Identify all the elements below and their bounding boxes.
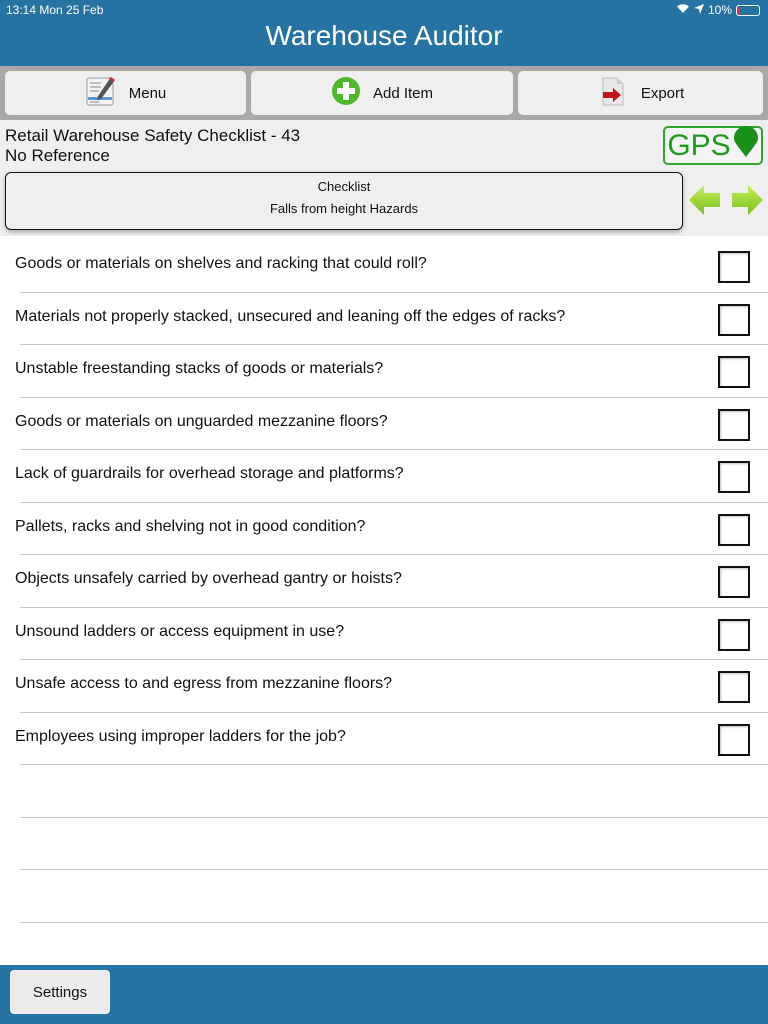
empty-row [0, 818, 768, 870]
question-checkbox[interactable] [718, 356, 750, 388]
question-checkbox[interactable] [718, 303, 750, 336]
question-text: Unsound ladders or access equipment in u… [15, 622, 345, 640]
question-row: Pallets, racks and shelving not in good … [0, 503, 768, 555]
question-row: Goods or materials on unguarded mezzanin… [0, 398, 768, 450]
battery-percent: 10% [707, 3, 732, 17]
menu-label: Menu [128, 84, 167, 102]
add-item-label: Add Item [372, 84, 434, 102]
question-text: Pallets, racks and shelving not in good … [15, 517, 366, 535]
checklist-title: Retail Warehouse Safety Checklist - 43 [5, 126, 301, 145]
section-heading: Checklist [317, 179, 371, 194]
question-text: Unstable freestanding stacks of goods or… [15, 360, 384, 377]
gps-button[interactable]: GPS [663, 125, 763, 166]
question-list: Goods or materials on shelves and rackin… [0, 240, 768, 923]
empty-row [0, 765, 768, 818]
section-name: Falls from height Hazards [269, 201, 419, 216]
question-row: Goods or materials on shelves and rackin… [0, 240, 768, 293]
question-row: Unstable freestanding stacks of goods or… [0, 345, 768, 398]
map-pin-icon [733, 125, 759, 166]
question-checkbox[interactable] [718, 566, 750, 598]
export-button[interactable]: Export [518, 71, 763, 115]
gps-label: GPS [667, 128, 731, 162]
question-text: Unsafe access to and egress from mezzani… [15, 675, 393, 692]
section-selector[interactable]: Checklist Falls from height Hazards [5, 172, 683, 230]
battery-icon [736, 4, 760, 16]
question-checkbox[interactable] [718, 461, 750, 493]
question-text: Employees using improper ladders for the… [15, 727, 346, 745]
status-indicators: 10% [676, 3, 760, 17]
menu-notepad-icon [85, 75, 117, 111]
question-row: Unsound ladders or access equipment in u… [0, 608, 768, 660]
empty-row [0, 870, 768, 923]
add-item-button[interactable]: Add Item [251, 71, 513, 115]
export-label: Export [640, 84, 685, 102]
question-row: Employees using improper ladders for the… [0, 713, 768, 765]
question-checkbox[interactable] [718, 671, 750, 703]
settings-button[interactable]: Settings [10, 970, 110, 1014]
checklist-info: Retail Warehouse Safety Checklist - 43 N… [0, 120, 768, 236]
next-section-arrow-icon[interactable] [730, 182, 764, 218]
question-text: Objects unsafely carried by overhead gan… [15, 570, 402, 587]
question-row: Materials not properly stacked, unsecure… [0, 293, 768, 345]
reference-label: No Reference [5, 146, 110, 165]
menu-button[interactable]: Menu [5, 71, 246, 115]
question-row: Lack of guardrails for overhead storage … [0, 450, 768, 503]
location-arrow-icon [693, 3, 704, 17]
question-text: Lack of guardrails for overhead storage … [15, 465, 404, 482]
question-checkbox[interactable] [718, 408, 750, 441]
question-checkbox[interactable] [718, 251, 750, 283]
bottom-bar: Settings [0, 965, 768, 1024]
export-document-icon [597, 75, 629, 111]
question-checkbox[interactable] [718, 723, 750, 756]
question-checkbox[interactable] [718, 618, 750, 651]
plus-circle-icon [331, 76, 361, 110]
status-time: 13:14 Mon 25 Feb [6, 3, 104, 17]
toolbar: Menu Add Item Export [0, 66, 768, 120]
question-text: Materials not properly stacked, unsecure… [15, 307, 566, 325]
question-row: Objects unsafely carried by overhead gan… [0, 555, 768, 608]
question-row: Unsafe access to and egress from mezzani… [0, 660, 768, 713]
top-bar: 13:14 Mon 25 Feb 10% Warehouse Auditor [0, 0, 768, 66]
question-text: Goods or materials on shelves and rackin… [15, 255, 427, 272]
row-divider [20, 921, 768, 923]
question-text: Goods or materials on unguarded mezzanin… [15, 412, 388, 430]
wifi-icon [676, 3, 690, 17]
app-title: Warehouse Auditor [265, 20, 503, 51]
previous-section-arrow-icon[interactable] [688, 182, 722, 218]
question-checkbox[interactable] [718, 513, 750, 546]
